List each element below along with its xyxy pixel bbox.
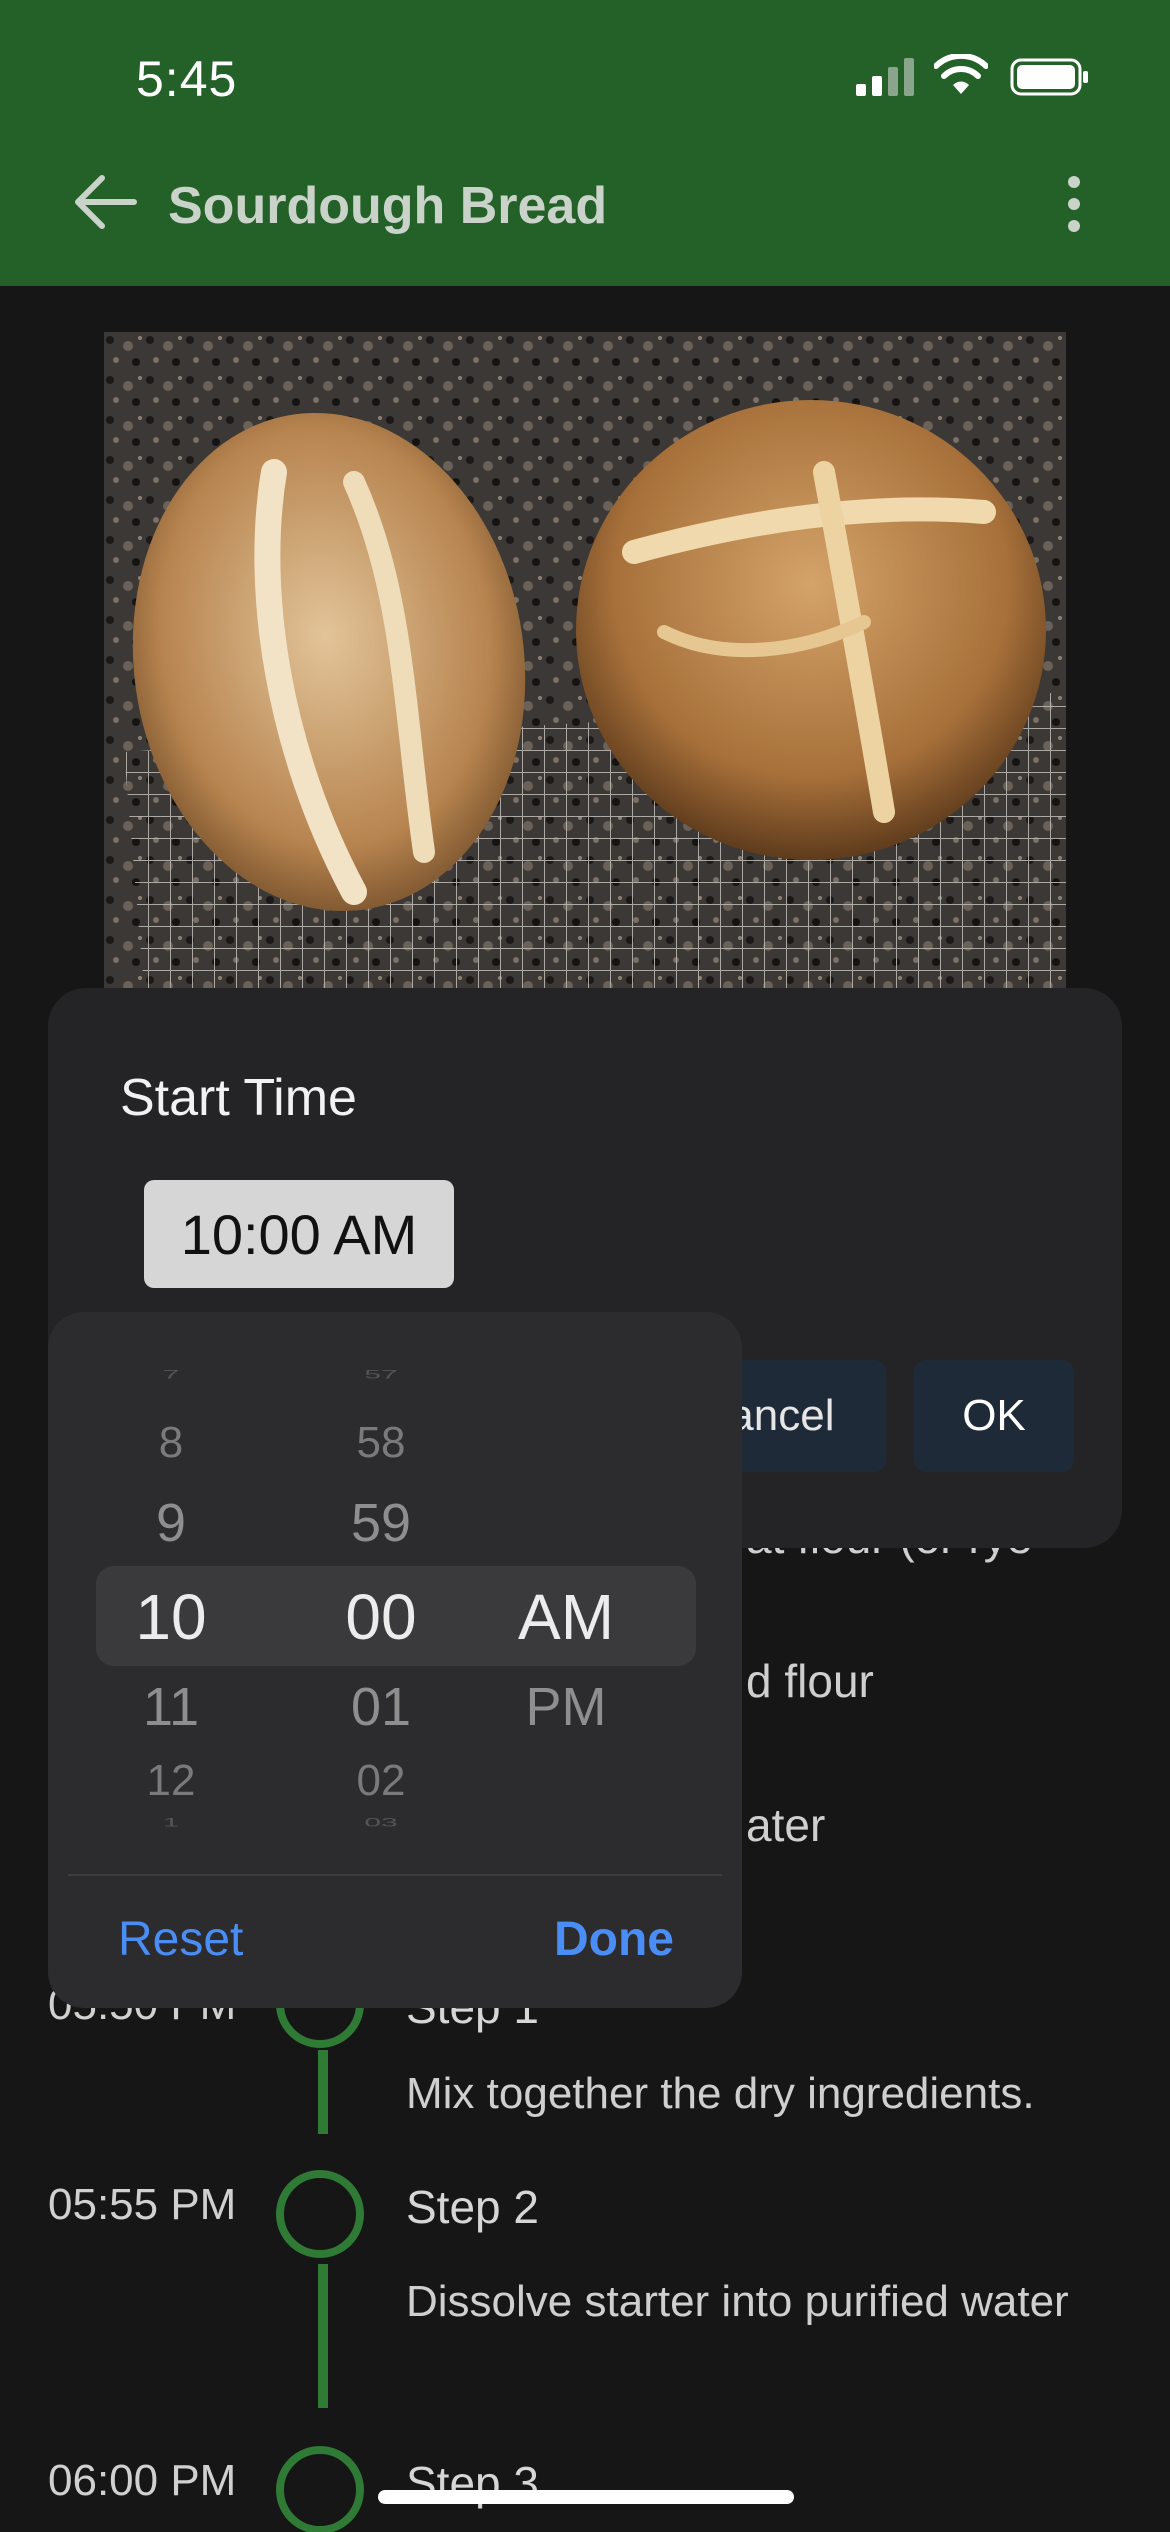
more-options-icon[interactable]	[1050, 172, 1098, 236]
wheel-item-hour-selected[interactable]: 10	[106, 1580, 236, 1654]
page-title: Sourdough Bread	[168, 177, 608, 235]
battery-icon	[1010, 58, 1088, 96]
timeline-time: 06:00 PM	[48, 2456, 237, 2505]
wifi-icon	[934, 54, 988, 94]
cellular-signal-icon	[856, 58, 914, 96]
wheel-item-minute-selected[interactable]: 00	[316, 1580, 446, 1654]
wheel-item-hour[interactable]: 9	[106, 1492, 236, 1554]
time-wheel-picker: 7 8 9 10 11 12 1 57 58 59 00 01 02 03 AM…	[48, 1312, 742, 2008]
back-arrow-icon[interactable]	[72, 172, 138, 232]
home-indicator[interactable]	[378, 2490, 794, 2504]
time-value-button[interactable]: 10:00 AM	[144, 1180, 454, 1288]
wheel-item-hour[interactable]: 8	[106, 1418, 236, 1468]
done-button[interactable]: Done	[554, 1912, 674, 1967]
timeline-step-desc: Dissolve starter into purified water	[406, 2277, 1069, 2326]
picker-divider	[68, 1874, 722, 1876]
wheel-item-minute[interactable]: 58	[316, 1418, 446, 1468]
timeline-connector	[318, 2264, 328, 2408]
timeline-time: 05:55 PM	[48, 2180, 237, 2229]
wheel-item-hour[interactable]: 12	[106, 1756, 236, 1806]
wheel-item-minute[interactable]: 57	[316, 1368, 446, 1382]
wheel-item-hour[interactable]: 7	[106, 1368, 236, 1382]
timeline-node	[276, 2170, 364, 2258]
dialog-title: Start Time	[120, 1069, 357, 1127]
wheel-item-minute[interactable]: 02	[316, 1756, 446, 1806]
recipe-photo	[104, 332, 1066, 988]
wheel-item-hour[interactable]: 11	[106, 1676, 236, 1738]
app-bar: 5:45 Sourdough Bread	[0, 0, 1170, 286]
reset-button[interactable]: Reset	[118, 1912, 243, 1967]
wheel-item-period[interactable]: PM	[501, 1676, 631, 1738]
timeline-connector	[318, 2050, 328, 2134]
wheel-item-period-selected[interactable]: AM	[501, 1580, 631, 1654]
wheel-item-hour[interactable]: 1	[106, 1816, 236, 1830]
ok-button[interactable]: OK	[914, 1360, 1074, 1472]
wheel-item-minute[interactable]: 59	[316, 1492, 446, 1554]
status-time: 5:45	[136, 51, 238, 107]
timeline-step-desc: Mix together the dry ingredients.	[406, 2069, 1035, 2118]
timeline-node	[276, 2446, 364, 2532]
wheel-item-minute[interactable]: 03	[316, 1816, 446, 1830]
timeline-step-title: Step 2	[406, 2181, 539, 2233]
wheel-item-minute[interactable]: 01	[316, 1676, 446, 1738]
